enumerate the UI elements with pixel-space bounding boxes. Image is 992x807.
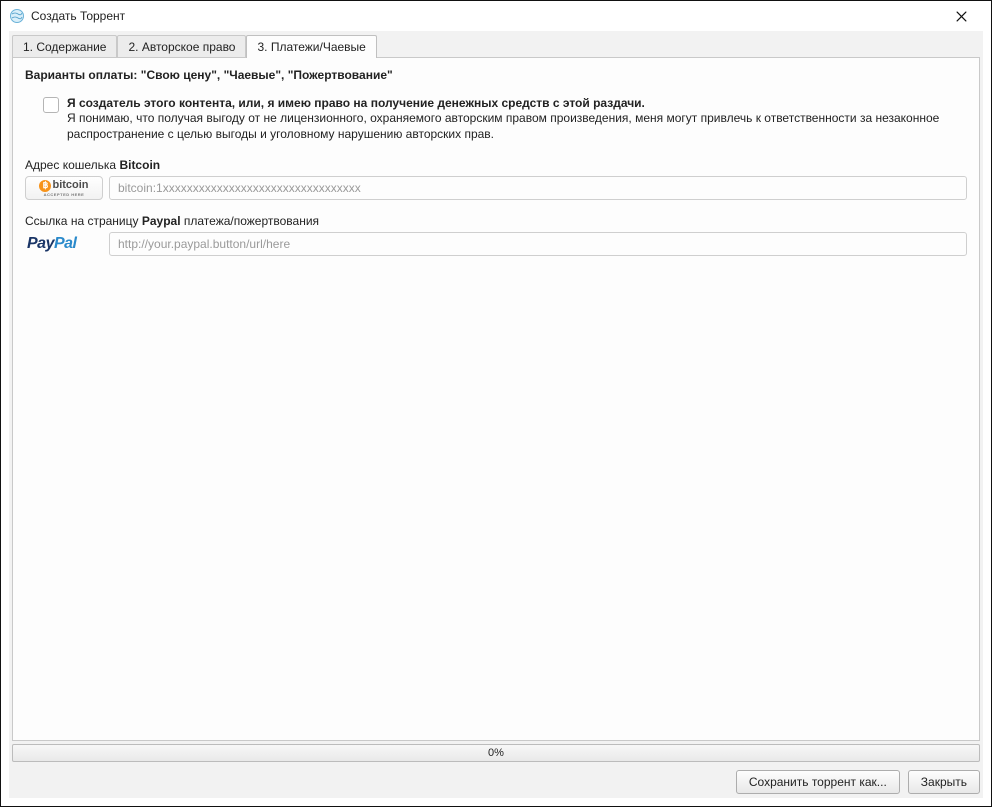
tab-page: Варианты оплаты: "Свою цену", "Чаевые", …	[12, 57, 980, 741]
bitcoin-label-prefix: Адрес кошелька	[25, 158, 119, 172]
creator-checkbox[interactable]	[43, 97, 59, 113]
paypal-label-suffix: платежа/пожертвования	[181, 214, 319, 228]
paypal-label-prefix: Ссылка на страницу	[25, 214, 142, 228]
close-icon	[956, 11, 967, 22]
section-title: Варианты оплаты: "Свою цену", "Чаевые", …	[25, 68, 967, 82]
paypal-url-input[interactable]	[109, 232, 967, 256]
bitcoin-badge: ฿bitcoin ACCEPTED HERE	[25, 176, 103, 200]
window-close-button[interactable]	[941, 2, 981, 30]
save-as-button[interactable]: Сохранить торрент как...	[736, 770, 900, 794]
creator-acknowledgement: Я создатель этого контента, или, я имею …	[43, 96, 967, 142]
bitcoin-label: Адрес кошелька Bitcoin	[25, 158, 967, 172]
progress-text: 0%	[488, 747, 504, 759]
paypal-label-bold: Paypal	[142, 214, 181, 228]
paypal-label: Ссылка на страницу Paypal платежа/пожерт…	[25, 214, 967, 228]
paypal-logo-p2: Pal	[54, 235, 77, 252]
client-area: 1. Содержание 2. Авторское право 3. Плат…	[9, 31, 983, 798]
tab-copyright[interactable]: 2. Авторское право	[117, 35, 246, 58]
bitcoin-logo-sub: ACCEPTED HERE	[44, 193, 85, 197]
creator-line2: Я понимаю, что получая выгоду от не лице…	[67, 110, 967, 142]
button-row: Сохранить торрент как... Закрыть	[9, 768, 983, 798]
creator-text: Я создатель этого контента, или, я имею …	[67, 96, 967, 142]
paypal-logo-p1: Pay	[27, 235, 54, 252]
tab-strip: 1. Содержание 2. Авторское право 3. Плат…	[9, 31, 983, 57]
tab-content[interactable]: 1. Содержание	[12, 35, 117, 58]
close-button[interactable]: Закрыть	[908, 770, 980, 794]
paypal-row: PayPal	[25, 232, 967, 256]
tab-payments[interactable]: 3. Платежи/Чаевые	[246, 35, 376, 58]
title-bar: Создать Торрент	[1, 1, 991, 31]
progress-bar: 0%	[12, 744, 980, 762]
bitcoin-row: ฿bitcoin ACCEPTED HERE	[25, 176, 967, 200]
bitcoin-label-bold: Bitcoin	[119, 158, 160, 172]
paypal-badge: PayPal	[25, 232, 103, 256]
window-title: Создать Торрент	[31, 9, 125, 23]
creator-line1: Я создатель этого контента, или, я имею …	[67, 96, 967, 110]
app-icon	[9, 8, 25, 24]
bitcoin-logo-text: bitcoin	[52, 180, 88, 191]
paypal-logo-icon: PayPal	[27, 235, 76, 253]
bitcoin-logo-icon: ฿bitcoin ACCEPTED HERE	[39, 180, 88, 197]
bitcoin-address-input[interactable]	[109, 176, 967, 200]
